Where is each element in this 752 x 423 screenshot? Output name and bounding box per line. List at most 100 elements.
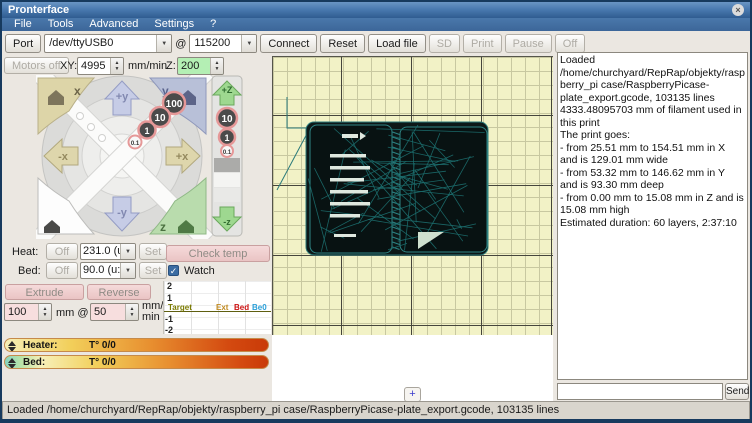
chevron-down-icon[interactable]: ▼ [156, 35, 171, 52]
plus-x-label: +x [176, 151, 189, 163]
spinner-down-icon[interactable]: ▼ [115, 66, 120, 72]
step-100-label: 100 [166, 99, 183, 110]
bed-off-button[interactable]: Off [46, 262, 78, 279]
menu-advanced[interactable]: Advanced [81, 18, 146, 31]
temp-graph-tick: -1 [165, 314, 173, 324]
chevron-down-icon[interactable]: ▼ [120, 244, 135, 259]
reverse-button[interactable]: Reverse [87, 284, 151, 300]
xy-feedrate-value: 4995 [78, 58, 110, 74]
port-combo[interactable]: /dev/ttyUSB0 ▼ [44, 34, 172, 53]
legend-bed: Bed [234, 303, 249, 312]
pause-button[interactable]: Pause [505, 34, 552, 53]
extrude-speed-spinner[interactable]: 50 ▲▼ [90, 303, 139, 321]
bed-gauge[interactable]: Bed: T° 0/0 [4, 355, 269, 369]
gauge-up-icon[interactable] [8, 358, 16, 363]
heat-label: Heat: [12, 246, 38, 258]
bed-label: Bed: [18, 265, 41, 277]
z-feedrate-value: 200 [178, 58, 210, 74]
step-10-label: 10 [154, 113, 166, 124]
chevron-down-icon[interactable]: ▼ [120, 263, 135, 278]
z-feedrate-spinner[interactable]: 200 ▲▼ [177, 57, 224, 75]
home-z-label: z [160, 220, 166, 234]
pronterface-window: Pronterface × File Tools Advanced Settin… [0, 0, 752, 423]
home-x-label: x [74, 84, 81, 98]
heat-temp-value: 231.0 (u [81, 244, 120, 259]
spinner-down-icon[interactable]: ▼ [215, 66, 220, 72]
extrude-speed-value: 50 [91, 304, 125, 320]
port-value: /dev/ttyUSB0 [45, 35, 156, 52]
heat-off-button[interactable]: Off [46, 243, 78, 260]
gcode-viewer[interactable]: + [272, 56, 553, 403]
menu-help[interactable]: ? [202, 18, 224, 31]
gcode-preview [272, 56, 553, 335]
gauge-down-icon[interactable] [8, 364, 16, 369]
connect-button[interactable]: Connect [260, 34, 317, 53]
minus-z-label: -z [223, 217, 231, 227]
bed-set-button[interactable]: Set [139, 262, 167, 279]
menu-tools[interactable]: Tools [40, 18, 82, 31]
temp-graph-tick: 1 [167, 293, 172, 303]
check-temp-button[interactable]: Check temp [166, 245, 270, 262]
z-track-slider[interactable] [214, 158, 240, 172]
heater-gauge-value: T° 0/0 [89, 340, 116, 351]
port-button[interactable]: Port [5, 34, 41, 53]
send-button[interactable]: Send [725, 383, 749, 400]
chevron-down-icon[interactable]: ▼ [241, 35, 256, 52]
baud-combo[interactable]: 115200 ▼ [189, 34, 257, 53]
menu-bar: File Tools Advanced Settings ? [2, 18, 750, 31]
gauge-up-icon[interactable] [8, 341, 16, 346]
gauge-down-icon[interactable] [8, 347, 16, 352]
load-file-button[interactable]: Load file [368, 34, 426, 53]
at-label: @ [175, 38, 186, 50]
extrude-button[interactable]: Extrude [5, 284, 84, 300]
xy-feed-label: XY: [60, 60, 77, 72]
legend-target: Target [168, 303, 192, 312]
heat-set-button[interactable]: Set [139, 243, 167, 260]
watch-label: Watch [184, 265, 215, 277]
heat-temp-combo[interactable]: 231.0 (u ▼ [80, 243, 136, 260]
extrude-length-value: 100 [5, 304, 38, 320]
control-panel: Motors off XY: 4995 ▲▼ mm/min Z: 200 ▲▼ [2, 56, 272, 403]
bed-gauge-label: Bed: [23, 357, 45, 368]
watch-checkbox[interactable]: ✓ [168, 265, 179, 276]
spinner-down-icon[interactable]: ▼ [130, 312, 135, 318]
heater-gauge[interactable]: Heater: T° 0/0 [4, 338, 269, 352]
step-01-label: 0.1 [131, 141, 140, 147]
plus-z-label: +Z [222, 85, 233, 95]
log-output[interactable]: Loaded /home/churchyard/RepRap/objekty/r… [557, 52, 748, 380]
menu-settings[interactable]: Settings [146, 18, 202, 31]
spinner-down-icon[interactable]: ▼ [43, 312, 48, 318]
z-step-1-label: 1 [224, 133, 229, 143]
feed-unit-label: mm/min [128, 60, 167, 72]
title-bar[interactable]: Pronterface × [2, 2, 750, 18]
baud-value: 115200 [190, 35, 241, 52]
minus-y-label: -y [117, 207, 128, 219]
legend-bed0: Be0 [252, 303, 267, 312]
print-button[interactable]: Print [463, 34, 502, 53]
bed-temp-combo[interactable]: 90.0 (u: ▼ [80, 262, 136, 279]
temp-graph-tick: -2 [165, 325, 173, 335]
sd-button[interactable]: SD [429, 34, 460, 53]
legend-ext: Ext [216, 303, 228, 312]
motors-off-button[interactable]: Motors off [4, 57, 69, 74]
off-button[interactable]: Off [555, 34, 585, 53]
z-track-cell[interactable] [214, 188, 240, 202]
close-icon[interactable]: × [732, 4, 744, 16]
jog-pad[interactable]: x y z +y -y -x +x 100 10 1 0.1 [36, 75, 246, 239]
menu-file[interactable]: File [6, 18, 40, 31]
z-step-10-label: 10 [221, 114, 233, 125]
z-track-cell[interactable] [214, 173, 240, 187]
xy-feedrate-spinner[interactable]: 4995 ▲▼ [77, 57, 124, 75]
window-title: Pronterface [8, 4, 69, 16]
command-input[interactable] [557, 383, 723, 400]
bed-gauge-value: T° 0/0 [89, 357, 116, 368]
plus-y-label: +y [116, 91, 129, 103]
extrude-length-spinner[interactable]: 100 ▲▼ [4, 303, 52, 321]
gcode-travel-move [277, 128, 310, 190]
z-step-01-label: 0.1 [223, 150, 232, 156]
heater-gauge-label: Heater: [23, 340, 57, 351]
zoom-in-button[interactable]: + [404, 387, 421, 402]
minus-x-label: -x [58, 151, 69, 163]
reset-button[interactable]: Reset [320, 34, 365, 53]
step-1-label: 1 [144, 126, 149, 136]
